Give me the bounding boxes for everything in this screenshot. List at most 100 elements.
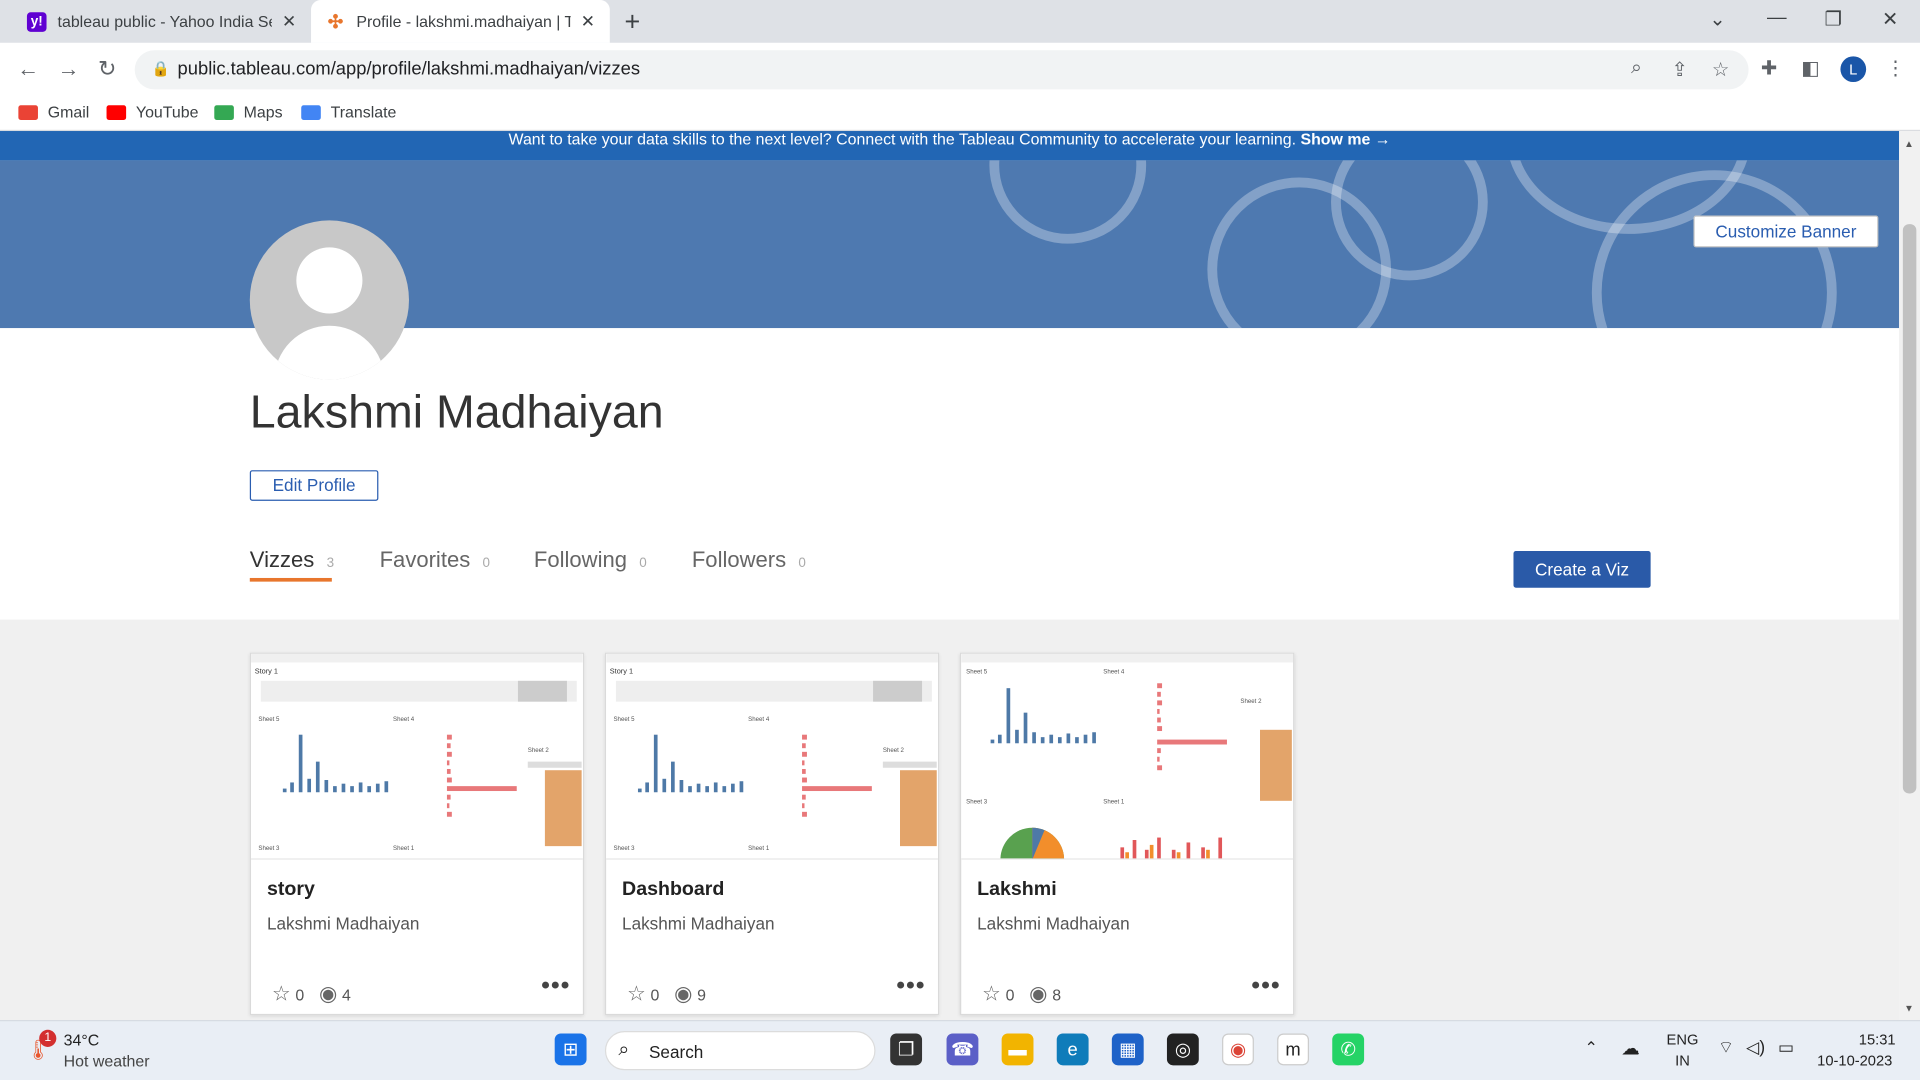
bookmark-maps[interactable]: Maps xyxy=(214,103,283,121)
tab-followers[interactable]: Followers 0 xyxy=(692,547,806,573)
avatar[interactable] xyxy=(249,220,409,380)
volume-icon[interactable]: ◁) xyxy=(1746,1037,1765,1058)
edit-profile-button[interactable]: Edit Profile xyxy=(249,470,379,501)
tab-favorites[interactable]: Favorites 0 xyxy=(380,547,490,573)
wifi-icon[interactable]: ⌔ xyxy=(1718,1037,1734,1059)
scroll-down-icon[interactable]: ▼ xyxy=(1904,1003,1914,1014)
announcement-text: Want to take your data skills to the nex… xyxy=(508,131,1297,149)
lock-icon[interactable]: 🔒 xyxy=(152,60,170,77)
back-icon[interactable]: ← xyxy=(17,56,39,82)
restore-icon[interactable]: ❐ xyxy=(1825,7,1843,31)
viz-title[interactable]: Lakshmi xyxy=(977,879,1056,901)
eye-icon: ◉ xyxy=(318,982,338,1006)
more-options-icon[interactable]: ••• xyxy=(896,972,925,1000)
tab-count: 0 xyxy=(482,555,490,571)
clock-time[interactable]: 15:31 xyxy=(1859,1031,1896,1048)
tab-search-icon[interactable]: ⌄ xyxy=(1709,7,1725,31)
view-count: 9 xyxy=(697,985,707,1004)
zoom-icon[interactable]: ⌕ xyxy=(1631,58,1642,80)
tab-yahoo-search[interactable]: y! tableau public - Yahoo India Sea ✕ xyxy=(12,0,311,43)
eye-icon: ◉ xyxy=(674,982,693,1006)
favorite-count: 0 xyxy=(295,985,305,1004)
scroll-up-icon[interactable]: ▲ xyxy=(1904,138,1914,149)
create-viz-button[interactable]: Create a Viz xyxy=(1513,551,1651,588)
forward-icon[interactable]: → xyxy=(58,56,80,82)
chrome-icon[interactable]: ◉ xyxy=(1222,1033,1254,1066)
customize-banner-button[interactable]: Customize Banner xyxy=(1693,215,1879,248)
thumb-sheet-label: Sheet 3 xyxy=(258,845,280,852)
scrollbar-thumb[interactable] xyxy=(1902,224,1917,794)
extensions-icon[interactable]: ✚ xyxy=(1761,56,1777,80)
viz-stats: ☆ 0 ◉ 9 xyxy=(627,982,706,1006)
profile-avatar[interactable]: L xyxy=(1840,56,1867,83)
share-icon[interactable]: ⇪ xyxy=(1671,58,1687,82)
bookmark-star-icon[interactable]: ☆ xyxy=(1712,58,1730,82)
youtube-icon xyxy=(106,104,127,120)
address-bar[interactable]: 🔒 public.tableau.com/app/profile/lakshmi… xyxy=(134,50,1749,90)
viz-card-story[interactable]: Story 1 Sheet 5 Sheet 4 Sheet 3 Sheet 1 … xyxy=(249,652,585,1016)
onedrive-icon[interactable]: ☁ xyxy=(1621,1037,1639,1059)
whatsapp-icon[interactable]: ✆ xyxy=(1332,1033,1365,1066)
viz-author[interactable]: Lakshmi Madhaiyan xyxy=(977,913,1129,933)
tab-vizzes[interactable]: Vizzes 3 xyxy=(250,547,334,573)
viz-thumbnail[interactable]: Story 1 Sheet 5 Sheet 4 Sheet 3 Sheet 1 … xyxy=(251,653,583,860)
bookmark-gmail[interactable]: Gmail xyxy=(18,103,89,121)
announcement-bar: Want to take your data skills to the nex… xyxy=(0,131,1900,161)
close-window-icon[interactable]: ✕ xyxy=(1882,7,1898,31)
viz-card-lakshmi[interactable]: Sheet 5 Sheet 4 Sheet 3 Sheet 1 Sheet 2 xyxy=(960,652,1295,1016)
teams-icon[interactable]: ☎ xyxy=(946,1033,979,1066)
close-tab-icon[interactable]: ✕ xyxy=(282,11,296,32)
new-tab-button[interactable]: + xyxy=(624,6,640,38)
url-text[interactable]: public.tableau.com/app/profile/lakshmi.m… xyxy=(178,59,640,80)
more-options-icon[interactable]: ••• xyxy=(1251,972,1280,1000)
language-bottom[interactable]: IN xyxy=(1675,1052,1690,1069)
side-panel-icon[interactable]: ◧ xyxy=(1801,56,1820,80)
star-icon[interactable]: ☆ xyxy=(982,982,1001,1006)
close-tab-icon[interactable]: ✕ xyxy=(581,11,595,32)
taskbar-search[interactable]: ⌕ Search xyxy=(604,1031,876,1071)
star-icon[interactable]: ☆ xyxy=(272,982,291,1006)
language-top[interactable]: ENG xyxy=(1667,1031,1699,1048)
weather-desc[interactable]: Hot weather xyxy=(64,1052,150,1070)
eye-icon: ◉ xyxy=(1029,982,1048,1006)
battery-icon[interactable]: ▭ xyxy=(1778,1037,1794,1058)
chevron-up-icon[interactable]: ⌃ xyxy=(1585,1038,1598,1058)
tab-label: Vizzes xyxy=(249,547,315,572)
viz-title[interactable]: story xyxy=(267,879,315,901)
tab-count: 3 xyxy=(326,555,335,571)
tableau-icon: ✣ xyxy=(327,11,344,33)
bookmark-youtube[interactable]: YouTube xyxy=(106,102,199,122)
weather-temp[interactable]: 34°C xyxy=(64,1031,100,1049)
bookmark-translate[interactable]: Translate xyxy=(301,103,396,121)
windows-taskbar: 🌡 1 34°C Hot weather ⊞ ⌕ Search ❐ ☎ ▬ e … xyxy=(0,1020,1920,1080)
thumb-sheet-label: Sheet 1 xyxy=(748,845,770,852)
tab-following[interactable]: Following 0 xyxy=(534,547,647,573)
viz-thumbnail[interactable]: Sheet 5 Sheet 4 Sheet 3 Sheet 1 Sheet 2 xyxy=(961,653,1294,860)
mcafee-icon[interactable]: m xyxy=(1277,1033,1309,1066)
edge-icon[interactable]: e xyxy=(1056,1033,1089,1066)
tab-title: Profile - lakshmi.madhaiyan | Tal xyxy=(356,12,571,31)
viz-author[interactable]: Lakshmi Madhaiyan xyxy=(267,913,419,933)
maps-icon xyxy=(214,104,234,120)
file-explorer-icon[interactable]: ▬ xyxy=(1001,1033,1034,1066)
bookmark-label: YouTube xyxy=(135,102,199,122)
minimize-icon[interactable]: — xyxy=(1767,7,1787,29)
reload-icon[interactable]: ↻ xyxy=(98,56,116,82)
star-icon[interactable]: ☆ xyxy=(627,982,646,1006)
show-me-link[interactable]: Show me → xyxy=(1300,131,1390,148)
dell-icon[interactable]: ◎ xyxy=(1166,1033,1199,1066)
viz-card-dashboard[interactable]: Story 1 Sheet 5 Sheet 4 Sheet 3 Sheet 1 … xyxy=(604,652,940,1016)
task-view-icon[interactable]: ❐ xyxy=(890,1033,923,1066)
store-icon[interactable]: ▦ xyxy=(1111,1033,1144,1066)
viz-author[interactable]: Lakshmi Madhaiyan xyxy=(622,913,774,933)
more-options-icon[interactable]: ••• xyxy=(541,972,570,1000)
menu-icon[interactable]: ⋮ xyxy=(1886,56,1906,80)
viz-thumbnail[interactable]: Story 1 Sheet 5 Sheet 4 Sheet 3 Sheet 1 … xyxy=(606,653,938,860)
viz-title[interactable]: Dashboard xyxy=(622,879,724,901)
page-scrollbar[interactable]: ▲ ▼ xyxy=(1899,131,1920,1021)
tab-count: 0 xyxy=(639,555,647,571)
tab-tableau-profile[interactable]: ✣ Profile - lakshmi.madhaiyan | Tal ✕ xyxy=(311,0,610,43)
clock-date[interactable]: 10-10-2023 xyxy=(1817,1052,1892,1069)
view-count: 8 xyxy=(1052,985,1062,1004)
start-icon[interactable]: ⊞ xyxy=(554,1033,587,1066)
